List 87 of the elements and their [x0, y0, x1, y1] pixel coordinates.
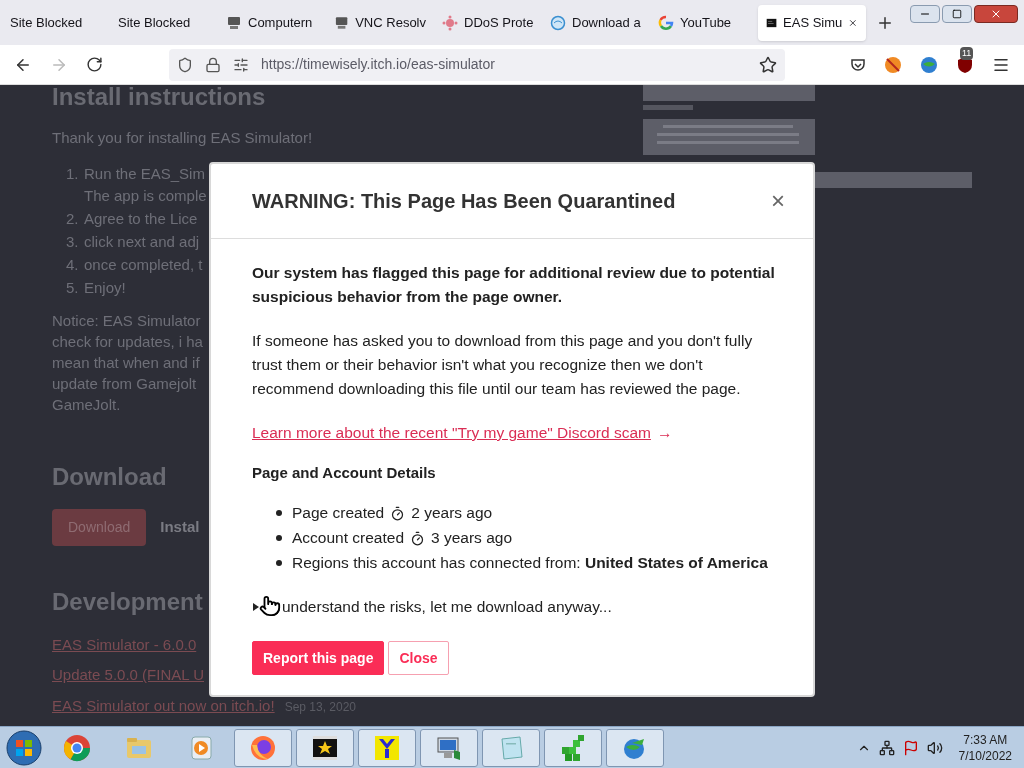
details-heading: Page and Account Details: [252, 463, 437, 483]
list-number: 4.: [66, 254, 80, 275]
address-bar[interactable]: https://timewisely.itch.io/eas-simulator: [169, 48, 785, 81]
section-heading: Install instructions: [52, 87, 266, 107]
install-link[interactable]: Instal: [160, 515, 200, 539]
permissions-icon[interactable]: [233, 56, 249, 73]
detail-value: 3 years ago: [431, 528, 512, 548]
tab-title: Download a: [572, 13, 641, 32]
browser-tab[interactable]: Site Blocked: [2, 4, 110, 41]
computer-icon: [226, 14, 242, 31]
stopwatch-icon: [410, 530, 425, 546]
section-heading: Development: [52, 586, 203, 617]
extension-badge: 11: [960, 46, 974, 60]
tab-title: YouTube: [680, 13, 732, 32]
list-number: 2.: [66, 208, 80, 229]
hand-cursor-icon: [259, 595, 281, 617]
taskbar-app[interactable]: [296, 728, 354, 767]
close-dialog-button[interactable]: Close: [388, 641, 449, 675]
minimize-button[interactable]: [910, 4, 940, 23]
notice-text: update from Gamejolt: [52, 373, 197, 394]
browser-tab[interactable]: DDoS Prote: [434, 4, 542, 41]
browser-tab[interactable]: VNC Resolv: [326, 4, 434, 41]
list-text: click next and adj: [84, 231, 200, 252]
taskbar-app[interactable]: [358, 728, 416, 767]
list-text: Agree to the Lice: [84, 208, 198, 229]
list-number: 3.: [66, 231, 80, 252]
close-button[interactable]: ×: [771, 189, 785, 213]
tab-title: Site Blocked: [118, 13, 191, 32]
warning-text: If someone has asked you to download from this page and you don't fully trust them or their behavior isn't what you recognize then we don't recommend downloading this file until our team has reviewed the page.: [252, 331, 754, 399]
list-number: 5.: [66, 277, 80, 298]
notice-text: check for updates, i ha: [52, 331, 203, 352]
tab-title: VNC Resolv: [355, 13, 426, 32]
bullet-icon: [276, 510, 282, 516]
dialog-title: WARNING: This Page Has Been Quarantined: [252, 189, 676, 214]
paragraph: Thank you for installing EAS Simulator!: [52, 128, 313, 148]
close-window-button[interactable]: [974, 4, 1018, 23]
scam-info-link[interactable]: Learn more about the recent "Try my game" Discord scam: [252, 421, 651, 445]
disclosure-triangle-icon[interactable]: [252, 603, 260, 611]
tab-title: Site Blocked: [10, 13, 83, 32]
disclosure-label[interactable]: understand the risks, let me download anyway...: [282, 595, 612, 619]
network-icon[interactable]: [878, 739, 895, 756]
browser-tab[interactable]: Site Blocked: [110, 4, 218, 41]
bookmark-star-icon[interactable]: [759, 55, 777, 74]
maximize-icon: [952, 8, 962, 19]
maximize-button[interactable]: [942, 4, 972, 23]
pocket-icon[interactable]: [850, 56, 866, 73]
globe-extension-icon[interactable]: [920, 55, 938, 74]
browser-tab[interactable]: YouTube: [650, 4, 758, 41]
bullet-icon: [276, 535, 282, 541]
clock-time: 7:33 AM: [963, 731, 1008, 748]
warning-lead: Our system has flagged this page for additional review due to potential suspicious behavior from the page owner.: [252, 263, 776, 307]
notice-text: mean that when and if: [52, 352, 200, 373]
section-heading: Download: [52, 461, 167, 492]
list-text: once completed, t: [84, 254, 203, 275]
tab-title: DDoS Prote: [464, 13, 534, 32]
detail-value: 2 years ago: [411, 503, 493, 523]
bullet-icon: [276, 560, 282, 566]
arrow-text: →: [656, 423, 673, 443]
notice-text: GameJolt.: [52, 394, 121, 415]
browser-tab[interactable]: EAS Simu: [758, 4, 866, 41]
computer-icon: [334, 14, 350, 31]
lock-icon[interactable]: [205, 56, 221, 73]
blocked-ball-icon[interactable]: [884, 55, 902, 74]
browser-tab[interactable]: Download a: [542, 4, 650, 41]
notice-text: Notice: EAS Simulator: [52, 310, 201, 331]
tab-title: EAS Simu: [783, 13, 843, 32]
chrome-icon: [62, 732, 92, 763]
url-text: https://timewisely.itch.io/eas-simulator: [261, 55, 495, 74]
start-button[interactable]: [4, 727, 44, 768]
report-button[interactable]: Report this page: [252, 641, 385, 675]
reload-icon[interactable]: [86, 56, 103, 73]
detail-text: Regions this account has connected from: United States of America: [292, 553, 768, 573]
list-number: 1.: [66, 163, 80, 184]
detail-text: Page created: [292, 503, 385, 523]
action-center-flag-icon[interactable]: [902, 739, 919, 756]
clock-date: 7/10/2022: [958, 747, 1012, 764]
stopwatch-icon: [390, 505, 406, 521]
google-icon: [658, 14, 674, 31]
list-text: The app is comple: [84, 185, 207, 206]
list-text: Run the EAS_Sim: [84, 163, 206, 184]
browser-tab[interactable]: Computern: [218, 4, 326, 41]
shield-icon[interactable]: [177, 56, 193, 73]
volume-icon[interactable]: [926, 739, 943, 756]
globe-icon: [550, 14, 566, 31]
tab-title: Computern: [248, 13, 313, 32]
detail-text: Account created: [292, 528, 404, 548]
list-text: Enjoy!: [84, 277, 126, 298]
